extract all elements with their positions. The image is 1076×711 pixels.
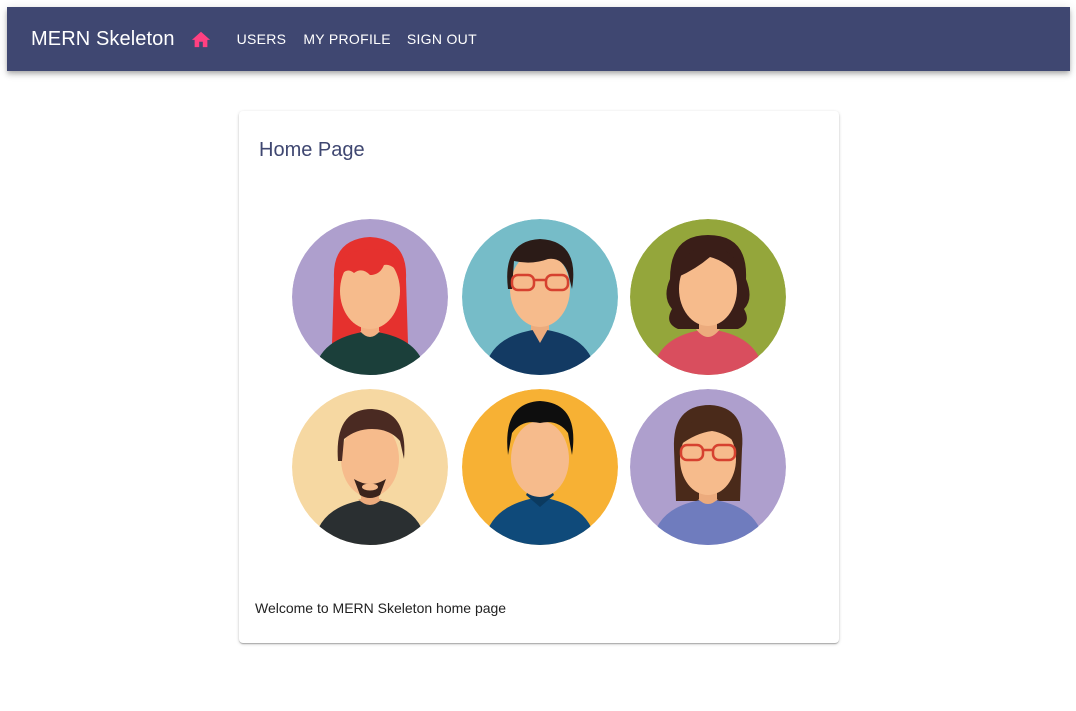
avatar-glasses-man: [462, 219, 618, 375]
nav-my-profile-button[interactable]: MY PROFILE: [303, 25, 391, 53]
home-card: Home Page Welcome to MERN Skeleton home …: [239, 111, 839, 643]
app-title: MERN Skeleton: [31, 27, 175, 50]
avatar-black-hair-man: [462, 389, 618, 545]
nav-users-button[interactable]: USERS: [237, 25, 287, 53]
avatar-curly-hair-woman: [630, 219, 786, 375]
home-icon: [191, 31, 210, 48]
nav-sign-out-button[interactable]: SIGN OUT: [407, 25, 477, 53]
avatar-goatee-man: [292, 389, 448, 545]
page-title: Home Page: [259, 139, 365, 161]
app-bar: MERN Skeleton USERS MY PROFILE SIGN OUT: [7, 7, 1070, 71]
avatar-red-hair-woman: [292, 219, 448, 375]
avatars-illustration: [239, 211, 839, 561]
home-button[interactable]: [189, 27, 213, 51]
welcome-text: Welcome to MERN Skeleton home page: [255, 600, 507, 616]
avatar-glasses-woman: [630, 389, 786, 545]
